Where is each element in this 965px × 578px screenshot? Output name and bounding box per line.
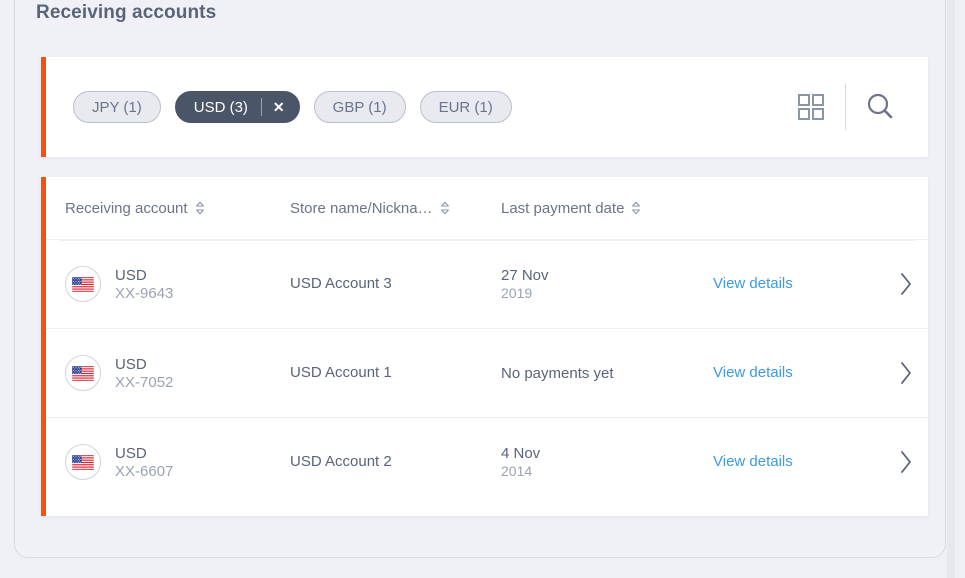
account-number: XX-9643 xyxy=(115,284,174,302)
accent-bar xyxy=(41,57,46,157)
filter-chip-eur[interactable]: EUR (1) xyxy=(419,91,512,123)
filter-chip-gbp-label: GBP (1) xyxy=(332,98,387,116)
table-row[interactable]: USD XX-6607 USD Account 2 4 Nov 2014 Vie… xyxy=(46,417,928,506)
cell-receiving-account: USD XX-6607 xyxy=(65,444,290,480)
payment-date: No payments yet xyxy=(501,364,614,382)
cell-store-name: USD Account 3 xyxy=(290,275,501,293)
page-title: Receiving accounts xyxy=(36,2,217,23)
table-row[interactable]: USD XX-9643 USD Account 3 27 Nov 2019 Vi… xyxy=(46,239,928,328)
sort-icon xyxy=(195,201,204,215)
chevron-right-icon[interactable] xyxy=(878,447,933,477)
cell-receiving-account: USD XX-9643 xyxy=(65,266,290,302)
cell-view-details: View details xyxy=(713,453,878,471)
filter-chip-usd-label: USD (3) xyxy=(193,98,248,116)
us-flag-icon xyxy=(65,444,101,480)
sort-icon xyxy=(632,201,641,215)
us-flag-icon xyxy=(65,266,101,302)
page-scrollbar[interactable] xyxy=(947,0,955,578)
filter-chip-usd[interactable]: USD (3) ✕ xyxy=(174,91,300,123)
cell-last-payment-date: 27 Nov 2019 xyxy=(501,267,713,301)
payment-date: 4 Nov xyxy=(501,445,541,462)
filter-chip-jpy[interactable]: JPY (1) xyxy=(73,91,161,123)
cell-last-payment-date: 4 Nov 2014 xyxy=(501,445,713,479)
us-flag-icon xyxy=(65,355,101,391)
account-number: XX-7052 xyxy=(115,373,174,391)
cell-store-name: USD Account 2 xyxy=(290,453,501,471)
toolbar-divider xyxy=(845,84,846,130)
cell-receiving-account: USD XX-7052 xyxy=(65,355,290,391)
grid-view-icon[interactable] xyxy=(791,87,831,127)
filter-chip-gbp[interactable]: GBP (1) xyxy=(313,91,406,123)
sort-icon xyxy=(440,201,449,215)
filter-chip-eur-label: EUR (1) xyxy=(438,98,493,116)
chevron-right-icon[interactable] xyxy=(878,358,933,388)
accounts-table-card: Receiving account Store name/Nickna… Las… xyxy=(41,177,928,516)
accounts-table: Receiving account Store name/Nickna… Las… xyxy=(46,177,928,516)
store-name-label: USD Account 1 xyxy=(290,364,392,381)
table-header-row: Receiving account Store name/Nickna… Las… xyxy=(46,177,928,239)
filter-chip-group: JPY (1) USD (3) ✕ GBP (1) EUR (1) xyxy=(73,91,512,123)
view-details-link[interactable]: View details xyxy=(713,275,793,292)
cell-view-details: View details xyxy=(713,275,878,293)
search-icon[interactable] xyxy=(860,87,900,127)
cell-view-details: View details xyxy=(713,364,878,382)
account-currency: USD xyxy=(115,266,147,284)
view-details-link[interactable]: View details xyxy=(713,364,793,381)
filter-chip-jpy-label: JPY (1) xyxy=(92,98,142,116)
chip-separator xyxy=(260,98,262,116)
screen: Receiving accounts JPY (1) USD (3) ✕ GBP… xyxy=(0,0,965,578)
store-name-label: USD Account 2 xyxy=(290,453,392,470)
column-header-label: Receiving account xyxy=(65,199,188,217)
cell-last-payment-date: No payments yet xyxy=(501,365,713,382)
column-header-receiving-account[interactable]: Receiving account xyxy=(65,200,290,217)
account-number: XX-6607 xyxy=(115,462,174,480)
payment-year: 2019 xyxy=(501,285,533,301)
payment-year: 2014 xyxy=(501,463,533,479)
filter-card: JPY (1) USD (3) ✕ GBP (1) EUR (1) xyxy=(41,57,928,157)
column-header-label: Last payment date xyxy=(501,199,625,217)
cell-store-name: USD Account 1 xyxy=(290,364,501,382)
chevron-right-icon[interactable] xyxy=(878,269,933,299)
account-currency: USD xyxy=(115,444,147,462)
column-header-label: Store name/Nickna… xyxy=(290,199,433,217)
toolbar-icons xyxy=(791,84,900,130)
column-header-store-name[interactable]: Store name/Nickna… xyxy=(290,200,501,217)
account-currency: USD xyxy=(115,355,147,373)
view-details-link[interactable]: View details xyxy=(713,453,793,470)
table-row[interactable]: USD XX-7052 USD Account 1 No payments ye… xyxy=(46,328,928,417)
payment-date: 27 Nov xyxy=(501,267,549,284)
store-name-label: USD Account 3 xyxy=(290,275,392,292)
column-header-last-payment-date[interactable]: Last payment date xyxy=(501,200,713,217)
close-icon[interactable]: ✕ xyxy=(273,100,285,114)
